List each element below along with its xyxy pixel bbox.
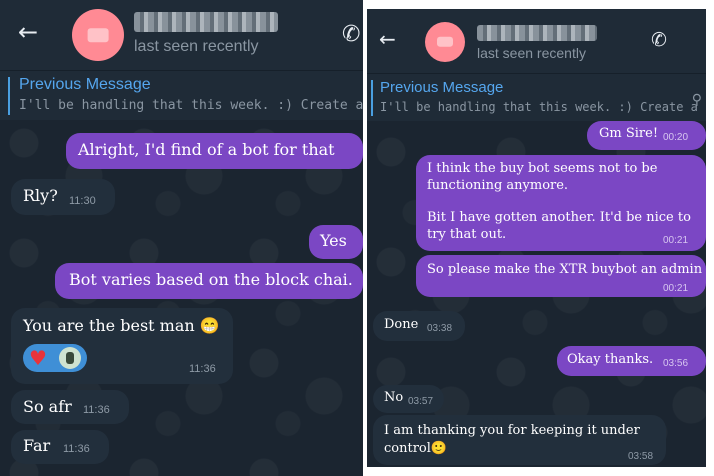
- message-text: control🙂: [384, 441, 448, 456]
- pinned-indicator: [371, 80, 373, 116]
- message-bubble[interactable]: Gm Sire! 00:20: [587, 121, 706, 150]
- message-bubble[interactable]: Yes: [309, 225, 363, 259]
- message-bubble[interactable]: No 03:57: [373, 385, 444, 413]
- pinned-text: I'll be handling that this week. :) Crea…: [19, 98, 363, 113]
- contact-status: last seen recently: [477, 45, 586, 61]
- pin-icon[interactable]: ⚲: [692, 92, 702, 108]
- message-text: No: [384, 390, 404, 405]
- message-bubble[interactable]: I think the buy bot seems not to be func…: [416, 155, 706, 251]
- message-bubble[interactable]: Rly? 11:30: [11, 179, 115, 215]
- pinned-title: Previous Message: [19, 76, 151, 93]
- message-time: 03:56: [663, 358, 689, 369]
- contact-name-redacted[interactable]: [477, 25, 597, 41]
- reaction-avatar: [59, 347, 81, 369]
- message-bubble[interactable]: I am thanking you for keeping it under c…: [373, 415, 666, 465]
- chat-panel-right: ← last seen recently ✆ Previous Message …: [367, 9, 706, 467]
- back-arrow-icon[interactable]: ←: [379, 27, 396, 51]
- message-text: So afr: [23, 397, 72, 416]
- message-reactions[interactable]: ♥: [23, 344, 87, 372]
- message-bubble[interactable]: So afr 11:36: [11, 390, 129, 424]
- message-bubble[interactable]: Far 11:36: [11, 430, 109, 464]
- message-text: try that out.: [427, 227, 507, 242]
- message-text: Rly?: [23, 186, 58, 205]
- message-text: Far: [23, 436, 51, 455]
- avatar-blur: [87, 28, 109, 42]
- message-text: Okay thanks.: [567, 352, 654, 367]
- message-time: 11:30: [69, 195, 96, 207]
- message-bubble[interactable]: You are the best man 😁 ♥ 11:36: [11, 308, 233, 384]
- pinned-text: I'll be handling that this week. :) Crea…: [380, 100, 706, 114]
- message-text: Bit I have gotten another. It'd be nice …: [427, 210, 691, 225]
- message-text: You are the best man 😁: [23, 316, 220, 335]
- contact-name-redacted[interactable]: [134, 12, 278, 32]
- message-text: functioning anymore.: [427, 178, 569, 193]
- phone-icon[interactable]: ✆: [342, 22, 360, 47]
- message-bubble[interactable]: So please make the XTR buybot an admin 0…: [416, 255, 706, 297]
- chat-header: ← last seen recently ✆: [0, 0, 363, 70]
- message-bubble[interactable]: Done 03:38: [373, 311, 465, 341]
- back-arrow-icon[interactable]: ←: [18, 18, 38, 46]
- message-text: I think the buy bot seems not to be: [427, 161, 658, 176]
- message-text: So please make the XTR buybot an admin: [427, 262, 703, 277]
- pinned-message-bar[interactable]: Previous Message I'll be handling that t…: [367, 73, 706, 121]
- message-text: Bot varies based on the block chai.: [69, 270, 353, 289]
- message-bubble[interactable]: Okay thanks. 03:56: [557, 346, 706, 376]
- message-bubble[interactable]: Bot varies based on the block chai.: [55, 263, 363, 299]
- pinned-indicator: [8, 77, 10, 115]
- avatar-blur: [437, 36, 453, 48]
- message-time: 03:38: [427, 323, 453, 334]
- heart-icon: ♥: [29, 346, 47, 370]
- phone-icon[interactable]: ✆: [651, 29, 667, 51]
- contact-avatar[interactable]: [72, 9, 124, 61]
- message-time: 00:21: [663, 283, 689, 294]
- message-time: 03:57: [408, 396, 434, 407]
- message-bubble[interactable]: Alright, I'd find of a bot for that: [66, 133, 363, 169]
- message-time: 00:21: [663, 235, 689, 246]
- pinned-message-bar[interactable]: Previous Message I'll be handling that t…: [0, 70, 363, 120]
- message-time: 11:36: [189, 363, 216, 375]
- message-text: Yes: [320, 231, 347, 250]
- message-time: 00:20: [663, 132, 689, 143]
- message-time: 11:36: [63, 443, 90, 455]
- contact-avatar[interactable]: [425, 22, 465, 62]
- message-text: Alright, I'd find of a bot for that: [78, 140, 335, 159]
- pinned-title: Previous Message: [380, 79, 504, 96]
- message-text: I am thanking you for keeping it under: [384, 423, 640, 438]
- message-time: 11:36: [83, 404, 110, 416]
- message-text: Gm Sire!: [599, 126, 659, 141]
- chat-header: ← last seen recently ✆: [367, 9, 706, 73]
- message-time: 03:58: [628, 451, 654, 462]
- contact-status: last seen recently: [134, 38, 259, 55]
- message-text: Done: [384, 317, 419, 332]
- chat-panel-left: ← last seen recently ✆ Previous Message …: [0, 0, 363, 476]
